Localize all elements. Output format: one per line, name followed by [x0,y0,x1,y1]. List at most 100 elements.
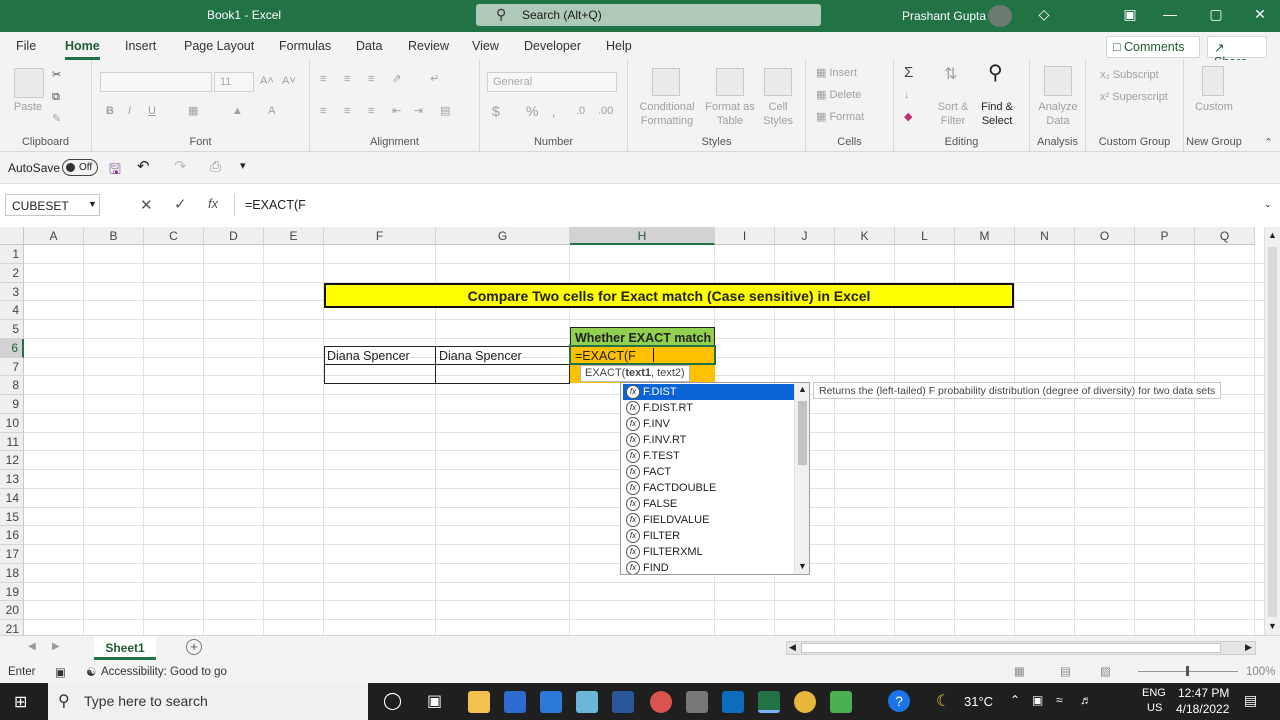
clock-time[interactable]: 12:47 PM [1178,686,1229,700]
autocomplete-item[interactable]: fx FIND [623,560,795,574]
weather-icon[interactable]: ☾ [936,691,950,711]
horizontal-scrollbar[interactable]: ◀ ▶ [786,641,1256,655]
word-icon[interactable] [612,691,634,713]
name-box[interactable]: CUBESET [5,194,100,216]
column-header-l[interactable]: L [895,227,955,245]
redo-icon[interactable]: ↷ [174,157,187,175]
superscript-button[interactable]: x² Superscript [1100,90,1168,104]
column-header-d[interactable]: D [204,227,264,245]
orientation-icon[interactable]: ⇗ [392,72,401,86]
autocomplete-item[interactable]: fx FILTERXML [623,544,795,560]
chrome-icon[interactable] [794,691,816,713]
user-name[interactable]: Prashant Gupta [902,9,986,23]
tab-home[interactable]: Home [65,39,100,60]
name-box-dropdown-icon[interactable]: ▼ [88,199,97,209]
maximize-icon[interactable]: ▢ [1206,6,1226,23]
column-header-k[interactable]: K [835,227,895,245]
notifications-icon[interactable]: ▤ [1244,692,1257,709]
custom-button[interactable]: Custom [1190,100,1238,114]
currency-icon[interactable]: $ [492,104,500,118]
autosave-toggle[interactable]: Off [62,159,98,176]
excel-taskbar-icon[interactable] [758,691,780,713]
row-header-19[interactable]: 19 [0,582,24,602]
format-table-icon[interactable] [716,68,744,96]
comma-icon[interactable]: ‚ [552,104,555,118]
column-header-e[interactable]: E [264,227,324,245]
custom-icon[interactable] [1202,66,1224,96]
paste-icon[interactable] [14,68,44,98]
search-box[interactable]: ⚲ Search (Alt+Q) [476,4,821,26]
help-icon[interactable]: ? [888,690,910,712]
underline-icon[interactable]: U [148,104,156,118]
row-header-12[interactable]: 12 [0,451,24,470]
expand-formula-icon[interactable]: ⌄ [1264,199,1272,210]
cell-mode-icon[interactable]: ▣ [55,665,66,679]
decrease-indent-icon[interactable]: ⇤ [392,104,401,118]
analyze-data-icon[interactable] [1044,66,1072,96]
title-cell-f3[interactable]: Compare Two cells for Exact match (Case … [324,283,1014,308]
autocomplete-item[interactable]: fx FACTDOUBLE [623,480,795,496]
tab-help[interactable]: Help [606,39,632,53]
windows-start-icon[interactable]: ⊞ [14,692,27,712]
find-select-button[interactable]: Find & Select [976,100,1018,128]
column-header-h[interactable]: H [570,227,715,245]
row-header-10[interactable]: 10 [0,413,24,433]
column-header-a[interactable]: A [24,227,84,245]
sheet-tab-sheet1[interactable]: Sheet1 [94,636,156,660]
column-header-n[interactable]: N [1015,227,1075,245]
store-icon[interactable] [504,691,526,713]
page-layout-view-icon[interactable]: ▤ [1060,664,1071,678]
clear-icon[interactable]: ◆ [904,110,912,124]
app-icon[interactable] [576,691,598,713]
delete-cells-button[interactable]: ▦ Delete [816,88,861,102]
sort-filter-button[interactable]: Sort & Filter [934,100,972,128]
fill-icon[interactable]: ↓ [904,88,910,102]
select-all-corner[interactable] [0,227,24,245]
align-center-icon[interactable]: ≡ [344,104,350,118]
insert-cells-button[interactable]: ▦ Insert [816,66,857,80]
accessibility-icon[interactable]: ☯ [86,665,96,679]
volume-icon[interactable]: ♬ [1080,693,1092,707]
align-bottom-icon[interactable]: ≡ [368,72,374,86]
italic-icon[interactable]: I [128,104,131,118]
scroll-up-icon[interactable]: ▲ [798,384,807,394]
column-header-q[interactable]: Q [1195,227,1255,245]
number-format-field[interactable]: General [487,72,617,92]
tab-view[interactable]: View [472,39,499,53]
row-header-18[interactable]: 18 [0,563,24,583]
column-header-b[interactable]: B [84,227,144,245]
cut-icon[interactable]: ✂ [52,68,61,82]
avatar[interactable] [988,5,1012,27]
scroll-thumb[interactable] [798,401,807,465]
close-icon[interactable]: ✕ [1250,6,1270,23]
function-tooltip[interactable]: EXACT(text1, text2) [580,365,690,382]
tab-page-layout[interactable]: Page Layout [184,39,254,53]
autocomplete-item[interactable]: fx FACT [623,464,795,480]
wifi-icon[interactable]: ≈ [1056,693,1063,707]
align-middle-icon[interactable]: ≡ [344,72,350,86]
column-header-i[interactable]: I [715,227,775,245]
formula-input[interactable]: =EXACT(F [234,194,1274,216]
subscript-button[interactable]: x₂ Subscript [1100,68,1159,82]
language-bottom[interactable]: US [1147,702,1162,714]
h-scroll-right-icon[interactable]: ▶ [1245,642,1252,653]
font-size-field[interactable]: 11 [214,72,254,92]
shrink-font-icon[interactable]: A˅ [282,74,296,88]
font-color-icon[interactable]: A [268,104,275,118]
row-header-11[interactable]: 11 [0,432,24,452]
column-header-c[interactable]: C [144,227,204,245]
h-scroll-left-icon[interactable]: ◀ [789,642,796,653]
clock-date[interactable]: 4/18/2022 [1176,702,1229,716]
scroll-down-icon[interactable]: ▼ [798,561,807,571]
align-left-icon[interactable]: ≡ [320,104,326,118]
row-header-7[interactable]: 7 [0,357,24,377]
cell-f6[interactable]: Diana Spencer [324,347,413,365]
normal-view-icon[interactable]: ▦ [1014,664,1025,678]
wrap-text-icon[interactable]: ↵ [430,72,439,86]
row-header-1[interactable]: 1 [0,245,24,264]
fill-color-icon[interactable]: ▲ [232,104,243,118]
h-scroll-thumb[interactable] [801,643,1221,653]
column-header-j[interactable]: J [775,227,835,245]
save-icon[interactable]: 🖫 [109,159,121,183]
row-header-3[interactable]: 3 [0,282,24,302]
